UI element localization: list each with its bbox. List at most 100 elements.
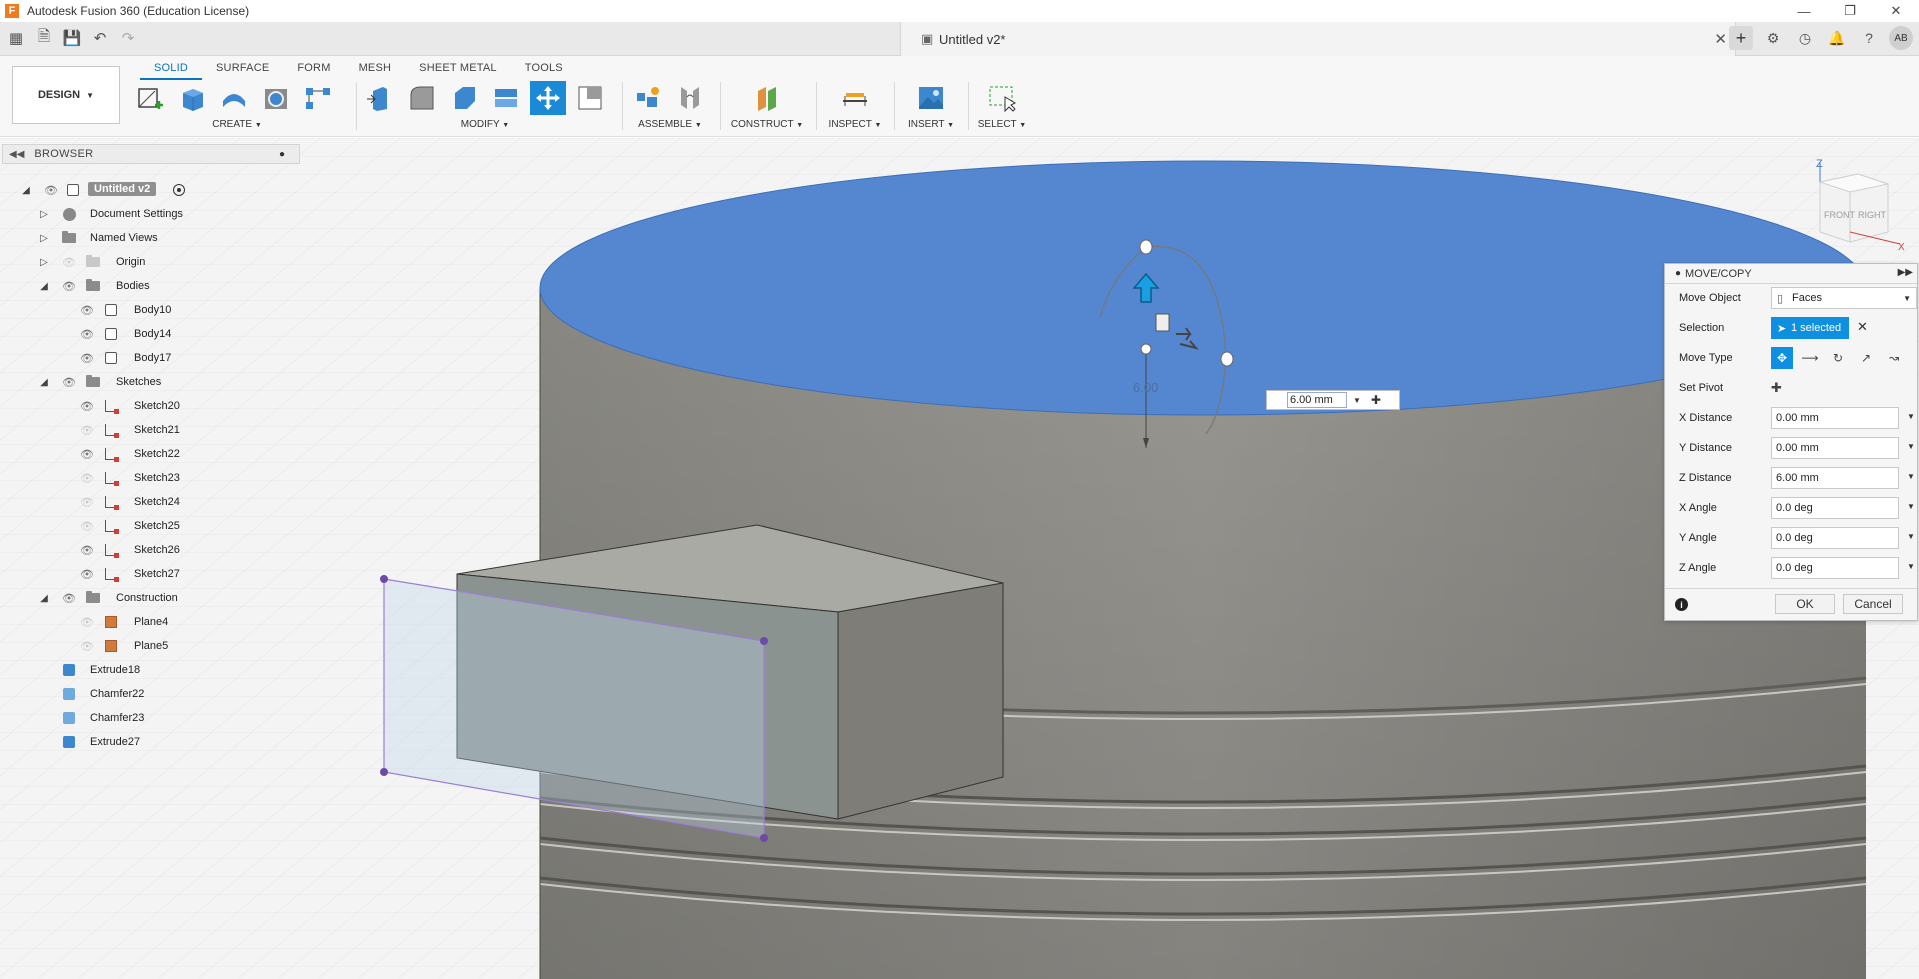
browser-item-sketch27[interactable]: 👁 Sketch27 [0, 564, 300, 584]
browser-item-sketch25[interactable]: 👁 Sketch25 [0, 516, 300, 536]
new-tab-button[interactable]: + [1729, 26, 1753, 50]
tab-form[interactable]: FORM [283, 58, 344, 80]
joint-icon[interactable] [672, 81, 708, 115]
browser-item-sketch21[interactable]: 👁 Sketch21 [0, 420, 300, 440]
browser-item-body10[interactable]: 👁 Body10 [0, 300, 300, 320]
chevron-down-icon[interactable]: ▼ [1907, 532, 1915, 541]
minimize-icon[interactable]: — [1781, 0, 1827, 22]
visibility-eye-icon[interactable]: 👁 [62, 255, 76, 269]
user-avatar[interactable]: AB [1889, 26, 1913, 50]
create-group-label[interactable]: CREATE [212, 119, 252, 130]
new-component-icon[interactable] [630, 81, 666, 115]
rotate-icon[interactable]: ↻ [1827, 347, 1849, 369]
pivot-icon[interactable]: ✚ [1371, 393, 1381, 407]
help-icon[interactable]: ? [1857, 26, 1881, 50]
visibility-eye-icon[interactable]: 👁 [80, 351, 94, 365]
dialog-expand-icon[interactable]: ▶▶ [1898, 267, 1913, 278]
dialog-collapse-icon[interactable]: ● [1675, 268, 1681, 279]
shell-icon[interactable] [488, 81, 524, 115]
visibility-eye-icon[interactable]: 👁 [80, 423, 94, 437]
activate-radio-icon[interactable] [172, 183, 186, 197]
tab-surface[interactable]: SURFACE [202, 58, 283, 80]
browser-item-sketch24[interactable]: 👁 Sketch24 [0, 492, 300, 512]
save-icon[interactable]: 💾 [60, 26, 84, 50]
browser-item-body14[interactable]: 👁 Body14 [0, 324, 300, 344]
workspace-dropdown[interactable]: DESIGN ▼ [12, 66, 120, 124]
expand-triangle-icon[interactable]: ▷ [38, 232, 50, 244]
file-menu-icon[interactable]: 🗎 [32, 26, 56, 50]
hole-icon[interactable] [258, 81, 294, 115]
tab-mesh[interactable]: MESH [345, 58, 406, 80]
insert-image-icon[interactable] [913, 81, 949, 115]
job-status-icon[interactable]: ◷ [1793, 26, 1817, 50]
clear-selection-icon[interactable]: ✕ [1857, 319, 1868, 335]
document-tab[interactable]: ▣ Untitled v2* ✕ [900, 22, 1736, 56]
cancel-button[interactable]: Cancel [1843, 594, 1903, 614]
redo-icon[interactable]: ↷ [116, 26, 140, 50]
x-angle-input[interactable]: 0.0 deg [1771, 497, 1899, 519]
free-move-icon[interactable]: ✥ [1771, 347, 1793, 369]
collapse-browser-icon[interactable]: ◀◀ [9, 149, 24, 160]
modify-group-label[interactable]: MODIFY [461, 119, 500, 130]
construct-group-label[interactable]: CONSTRUCT [731, 119, 794, 130]
visibility-eye-icon[interactable]: 👁 [80, 519, 94, 533]
tab-sheet-metal[interactable]: SHEET METAL [405, 58, 511, 80]
restore-icon[interactable]: ❐ [1827, 0, 1873, 22]
visibility-eye-icon[interactable]: 👁 [44, 183, 58, 197]
selection-button[interactable]: ➤ 1 selected [1771, 317, 1849, 339]
info-icon[interactable]: i [1675, 598, 1688, 611]
visibility-eye-icon[interactable]: 👁 [80, 471, 94, 485]
close-icon[interactable]: ✕ [1873, 0, 1919, 22]
visibility-eye-icon[interactable]: 👁 [80, 567, 94, 581]
browser-item-sketch20[interactable]: 👁 Sketch20 [0, 396, 300, 416]
inspect-group-label[interactable]: INSPECT [829, 119, 872, 130]
chevron-down-icon[interactable]: ▼ [1907, 412, 1915, 421]
assemble-group-label[interactable]: ASSEMBLE [638, 119, 692, 130]
browser-item-plane5[interactable]: 👁 Plane5 [0, 636, 300, 656]
expand-triangle-icon[interactable]: ◢ [38, 280, 50, 292]
window-select-icon[interactable] [984, 81, 1020, 115]
select-group-label[interactable]: SELECT [978, 119, 1017, 130]
x-distance-input[interactable]: 0.00 mm [1771, 407, 1899, 429]
visibility-eye-icon[interactable]: 👁 [62, 375, 76, 389]
notifications-icon[interactable]: 🔔 [1825, 26, 1849, 50]
pattern-icon[interactable] [300, 81, 336, 115]
browser-item-sketch22[interactable]: 👁 Sketch22 [0, 444, 300, 464]
browser-item-document-settings[interactable]: ▷ Document Settings [0, 204, 300, 224]
visibility-eye-icon[interactable]: 👁 [62, 279, 76, 293]
browser-item-named-views[interactable]: ▷ Named Views [0, 228, 300, 248]
align-icon[interactable] [572, 81, 608, 115]
extensions-icon[interactable]: ⚙ [1761, 26, 1785, 50]
visibility-eye-icon[interactable]: 👁 [80, 615, 94, 629]
browser-item-sketch26[interactable]: 👁 Sketch26 [0, 540, 300, 560]
expand-triangle-icon[interactable]: ▷ [38, 208, 50, 220]
point-to-point-icon[interactable]: ↗ [1855, 347, 1877, 369]
press-pull-icon[interactable] [362, 81, 398, 115]
visibility-eye-icon[interactable]: 👁 [80, 447, 94, 461]
visibility-eye-icon[interactable]: 👁 [80, 543, 94, 557]
expand-triangle-icon[interactable]: ◢ [38, 376, 50, 388]
distance-value-input[interactable]: 6.00 mm ▼ ✚ [1266, 390, 1400, 410]
insert-group-label[interactable]: INSERT [908, 119, 944, 130]
browser-item-construction[interactable]: ◢ 👁 Construction [0, 588, 300, 608]
timeline-item-chamfer23[interactable]: Chamfer23 [0, 708, 300, 728]
extrude-icon[interactable] [174, 81, 210, 115]
translate-icon[interactable]: ⟶ [1799, 347, 1821, 369]
move-object-select[interactable]: ▯ Faces ▼ [1771, 287, 1917, 309]
tab-tools[interactable]: TOOLS [511, 58, 577, 80]
visibility-eye-icon[interactable]: 👁 [80, 639, 94, 653]
browser-item-sketch23[interactable]: 👁 Sketch23 [0, 468, 300, 488]
z-angle-input[interactable]: 0.0 deg [1771, 557, 1899, 579]
chamfer-icon[interactable] [446, 81, 482, 115]
browser-item-plane4[interactable]: 👁 Plane4 [0, 612, 300, 632]
tab-solid[interactable]: SOLID [140, 58, 203, 80]
revolve-icon[interactable] [216, 81, 252, 115]
z-distance-input[interactable]: 6.00 mm [1771, 467, 1899, 489]
expand-triangle-icon[interactable]: ◢ [38, 592, 50, 604]
browser-minimize-icon[interactable]: ● [279, 149, 285, 160]
visibility-eye-icon[interactable]: 👁 [80, 495, 94, 509]
visibility-eye-icon[interactable]: 👁 [80, 399, 94, 413]
timeline-item-chamfer22[interactable]: Chamfer22 [0, 684, 300, 704]
browser-item-sketches[interactable]: ◢ 👁 Sketches [0, 372, 300, 392]
timeline-item-extrude27[interactable]: Extrude27 [0, 732, 300, 752]
